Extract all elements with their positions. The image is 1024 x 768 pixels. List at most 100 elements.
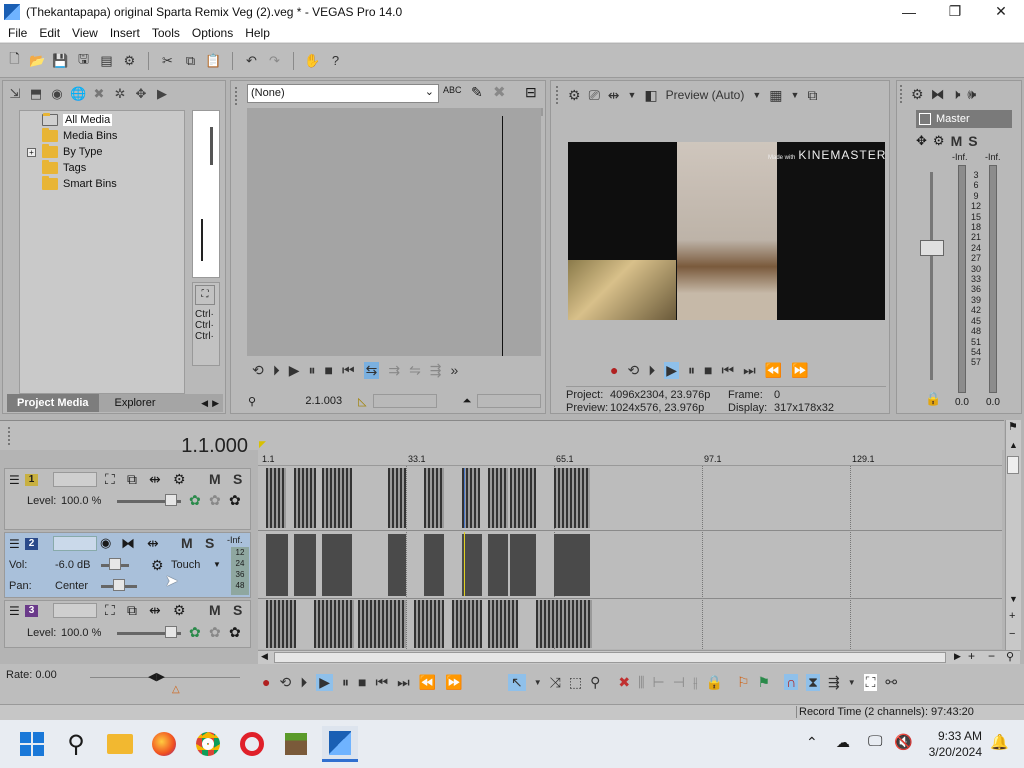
- master-fader-knob[interactable]: [920, 240, 944, 256]
- mute-button[interactable]: M: [209, 471, 221, 487]
- loop-icon[interactable]: ⟲: [627, 362, 639, 379]
- collapse-icon[interactable]: ☰: [9, 537, 20, 551]
- tree-smart-bins[interactable]: Smart Bins: [20, 176, 184, 192]
- timeline-hscroll[interactable]: ◀ ▶ + − ⚲: [258, 649, 1020, 664]
- stop-icon[interactable]: ■: [704, 362, 712, 378]
- properties-icon[interactable]: ⛶: [195, 285, 215, 305]
- trimmer-overwrite-icon[interactable]: ⇉: [388, 362, 400, 379]
- maximize-button[interactable]: ❐: [932, 0, 978, 23]
- go-to-end-icon[interactable]: ⏭: [397, 674, 410, 691]
- external-monitor-icon[interactable]: ⎚: [589, 87, 600, 104]
- play-icon[interactable]: ▶: [289, 362, 300, 379]
- zoom-edit-tool-icon[interactable]: ⚲: [590, 674, 600, 691]
- audio-clip[interactable]: [510, 534, 536, 596]
- lock-envelopes-icon[interactable]: ⛶: [863, 673, 878, 691]
- master-speaker-icon[interactable]: 🕨: [952, 86, 961, 103]
- zoom-out-horizontal-icon[interactable]: −: [988, 649, 995, 663]
- zoom-in-vertical-icon[interactable]: +: [1009, 610, 1015, 622]
- next-frame-icon[interactable]: ⏩: [791, 362, 808, 379]
- level-slider-knob[interactable]: [165, 494, 177, 506]
- tree-media-bins[interactable]: Media Bins: [20, 128, 184, 144]
- track-gear-icon[interactable]: ⚙: [173, 602, 186, 619]
- scroll-right-icon[interactable]: ▶: [954, 651, 961, 662]
- volume-muted-icon[interactable]: 🔇: [894, 733, 913, 751]
- render-icon[interactable]: ▤: [98, 52, 115, 69]
- pause-icon[interactable]: ⏸: [309, 362, 316, 379]
- tab-scroll-right-icon[interactable]: ▶: [208, 398, 223, 409]
- preview-properties-gear-icon[interactable]: ⚙: [568, 87, 581, 104]
- solo-button[interactable]: S: [233, 602, 242, 618]
- loop-icon[interactable]: ⟲: [252, 362, 264, 379]
- media-list-scrollbar[interactable]: [210, 127, 213, 165]
- trimmer-clear-icon[interactable]: ✖: [493, 83, 506, 101]
- audio-clip[interactable]: [554, 468, 590, 528]
- collapse-icon[interactable]: ☰: [9, 473, 20, 487]
- get-media-web-icon[interactable]: ◉: [49, 86, 65, 102]
- scroll-left-icon[interactable]: ◀: [261, 651, 268, 662]
- track-blend-icon[interactable]: ✿: [189, 492, 201, 509]
- audio-clip[interactable]: [462, 534, 482, 596]
- previous-frame-icon[interactable]: ⏪: [765, 362, 782, 379]
- tree-tags[interactable]: Tags: [20, 160, 184, 176]
- solo-button[interactable]: S: [205, 535, 214, 551]
- audio-clip[interactable]: [388, 534, 406, 596]
- scroll-thumb[interactable]: [1007, 456, 1019, 474]
- grid-dropdown-icon[interactable]: ▼: [791, 90, 800, 100]
- timeline-vscroll[interactable]: ⚑ ▲ ▼ + −: [1005, 420, 1021, 650]
- go-to-start-icon[interactable]: ⏮: [342, 362, 355, 379]
- track-name-field[interactable]: [53, 472, 97, 487]
- track-fx-icon[interactable]: ⇹: [149, 602, 161, 619]
- minimize-button[interactable]: —: [886, 0, 932, 23]
- cut-icon[interactable]: ✂: [159, 52, 176, 69]
- selection-tool-icon[interactable]: ⬚: [569, 674, 582, 691]
- audio-clip[interactable]: [266, 468, 286, 528]
- audio-clip[interactable]: [488, 600, 518, 648]
- pause-icon[interactable]: ⏸: [342, 674, 349, 691]
- record-icon[interactable]: ●: [262, 674, 270, 690]
- play-icon[interactable]: ▶: [316, 673, 333, 691]
- vol-slider-knob[interactable]: [109, 558, 121, 570]
- close-button[interactable]: ✕: [978, 0, 1024, 23]
- automation-gear-icon[interactable]: ⚙: [151, 557, 164, 574]
- delete-icon[interactable]: ✖: [618, 674, 630, 691]
- properties-gear-icon[interactable]: ⚙: [121, 52, 138, 69]
- trimmer-ripple-icon[interactable]: ⇶: [430, 362, 442, 379]
- audio-clip[interactable]: [488, 468, 508, 528]
- envelope-tool-icon[interactable]: ⤨: [550, 674, 561, 691]
- audio-clip[interactable]: [322, 468, 352, 528]
- play-from-start-icon[interactable]: ⏵: [300, 674, 307, 691]
- track-compositing-icon[interactable]: ⧉: [127, 602, 137, 619]
- tab-project-media[interactable]: Project Media: [7, 394, 99, 412]
- dock-icon[interactable]: ✥: [133, 86, 149, 102]
- more-arrow-icon[interactable]: ▶: [154, 86, 170, 102]
- audio-clip[interactable]: [414, 600, 444, 648]
- trim-start-icon[interactable]: ⊢: [653, 674, 665, 691]
- menu-insert[interactable]: Insert: [104, 26, 146, 40]
- audio-clip[interactable]: [266, 600, 296, 648]
- save-icon[interactable]: 💾: [52, 52, 69, 69]
- network-icon[interactable]: ☁: [836, 734, 850, 751]
- import-media-icon[interactable]: ⇲: [7, 86, 23, 102]
- track-motion-icon[interactable]: ⛶: [105, 471, 115, 488]
- ripple-dropdown-icon[interactable]: ▼: [848, 678, 856, 687]
- undo-icon[interactable]: ↶: [243, 52, 260, 69]
- capture-icon[interactable]: ⬒: [28, 86, 44, 102]
- file-explorer-icon[interactable]: [102, 726, 138, 762]
- save-as-icon[interactable]: 🖫: [75, 51, 92, 69]
- go-to-start-icon[interactable]: ⏮: [721, 362, 734, 379]
- chrome-icon[interactable]: [190, 726, 226, 762]
- start-icon[interactable]: [14, 726, 50, 762]
- track-blend3-icon[interactable]: ✿: [229, 624, 241, 641]
- new-project-icon[interactable]: 🗋: [6, 51, 23, 69]
- trimmer-insert-icon[interactable]: ⇆: [363, 361, 380, 379]
- audio-clip[interactable]: [322, 534, 352, 596]
- split-screen-icon[interactable]: ⇹: [608, 87, 620, 104]
- pan-slider-knob[interactable]: [113, 579, 125, 591]
- preview-mode[interactable]: Preview (Auto): [666, 88, 745, 102]
- zoom-tool-icon[interactable]: ⚲: [1006, 650, 1014, 663]
- trim-end-icon[interactable]: ⊣: [673, 674, 685, 691]
- audio-clip[interactable]: [536, 600, 592, 648]
- master-gear-icon[interactable]: ⚙: [911, 86, 924, 103]
- track-header-1[interactable]: ☰ 1 ⛶ ⧉ ⇹ ⚙ M S Level: 100.0 % ✿ ✿ ✿: [4, 468, 251, 530]
- preview-quality-icon[interactable]: ◧: [644, 87, 657, 104]
